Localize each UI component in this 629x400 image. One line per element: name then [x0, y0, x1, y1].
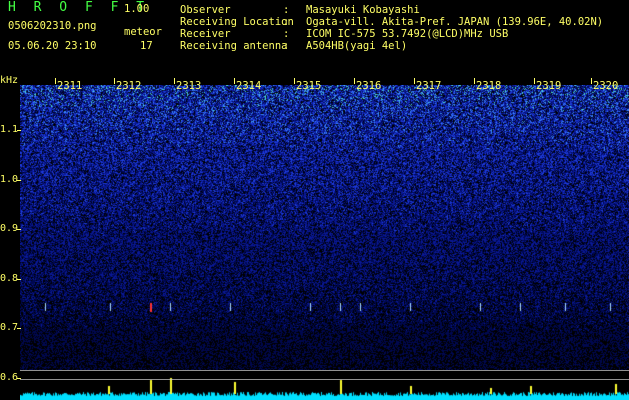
signal-strength-strip: [20, 372, 629, 400]
baseline-line: [20, 379, 629, 380]
time-label: 2318: [476, 80, 502, 92]
time-tick: [174, 78, 175, 84]
time-tick: [354, 78, 355, 84]
time-tick: [534, 78, 535, 84]
info-value-observer: Masayuki Kobayashi: [306, 4, 420, 16]
time-tick: [114, 78, 115, 84]
time-tick: [474, 78, 475, 84]
info-label-location: Receiving Location: [180, 16, 294, 28]
app-version: 1.00: [124, 3, 150, 15]
time-tick: [55, 78, 56, 84]
time-label: 2316: [356, 80, 382, 92]
freq-label: 1.0: [0, 174, 19, 185]
info-value-receiver: ICOM IC-575 53.7492(@LCD)MHz USB: [306, 28, 509, 40]
time-tick: [591, 78, 592, 84]
info-colon: :: [283, 28, 290, 40]
freq-tick: [17, 328, 21, 329]
time-label: 2317: [416, 80, 442, 92]
freq-tick: [17, 180, 21, 181]
freq-label: 1.1: [0, 124, 19, 135]
file-name: 0506202310.png: [8, 20, 97, 32]
info-label-observer: Observer: [180, 4, 231, 16]
info-value-location: Ogata-vill. Akita-Pref. JAPAN (139.96E, …: [306, 16, 604, 28]
meteor-count: 17: [140, 40, 153, 52]
freq-tick: [17, 229, 21, 230]
spectrogram: [20, 85, 629, 370]
freq-label: 0.6: [0, 372, 19, 383]
time-tick: [234, 78, 235, 84]
info-colon: :: [283, 4, 290, 16]
info-label-receiver: Receiver: [180, 28, 231, 40]
time-label: 2320: [593, 80, 619, 92]
time-tick: [294, 78, 295, 84]
freq-label: 0.9: [0, 223, 19, 234]
baseline-line: [20, 370, 629, 371]
info-value-antenna: A504HB(yagi 4el): [306, 40, 408, 52]
date-time: 05.06.20 23:10: [8, 40, 97, 52]
time-label: 2312: [116, 80, 142, 92]
time-tick: [414, 78, 415, 84]
freq-tick: [17, 279, 21, 280]
time-label: 2315: [296, 80, 322, 92]
info-label-antenna: Receiving antenna: [180, 40, 288, 52]
info-colon: :: [283, 40, 290, 52]
freq-tick: [17, 130, 21, 131]
time-label: 2314: [236, 80, 262, 92]
freq-label: 0.7: [0, 322, 19, 333]
frequency-unit-label: kHz: [0, 75, 19, 86]
meteor-label: meteor: [124, 26, 162, 38]
freq-tick: [17, 378, 21, 379]
info-colon: :: [283, 16, 290, 28]
time-label: 2313: [176, 80, 202, 92]
time-label: 2319: [536, 80, 562, 92]
freq-label: 0.8: [0, 273, 19, 284]
time-label: 2311: [57, 80, 83, 92]
